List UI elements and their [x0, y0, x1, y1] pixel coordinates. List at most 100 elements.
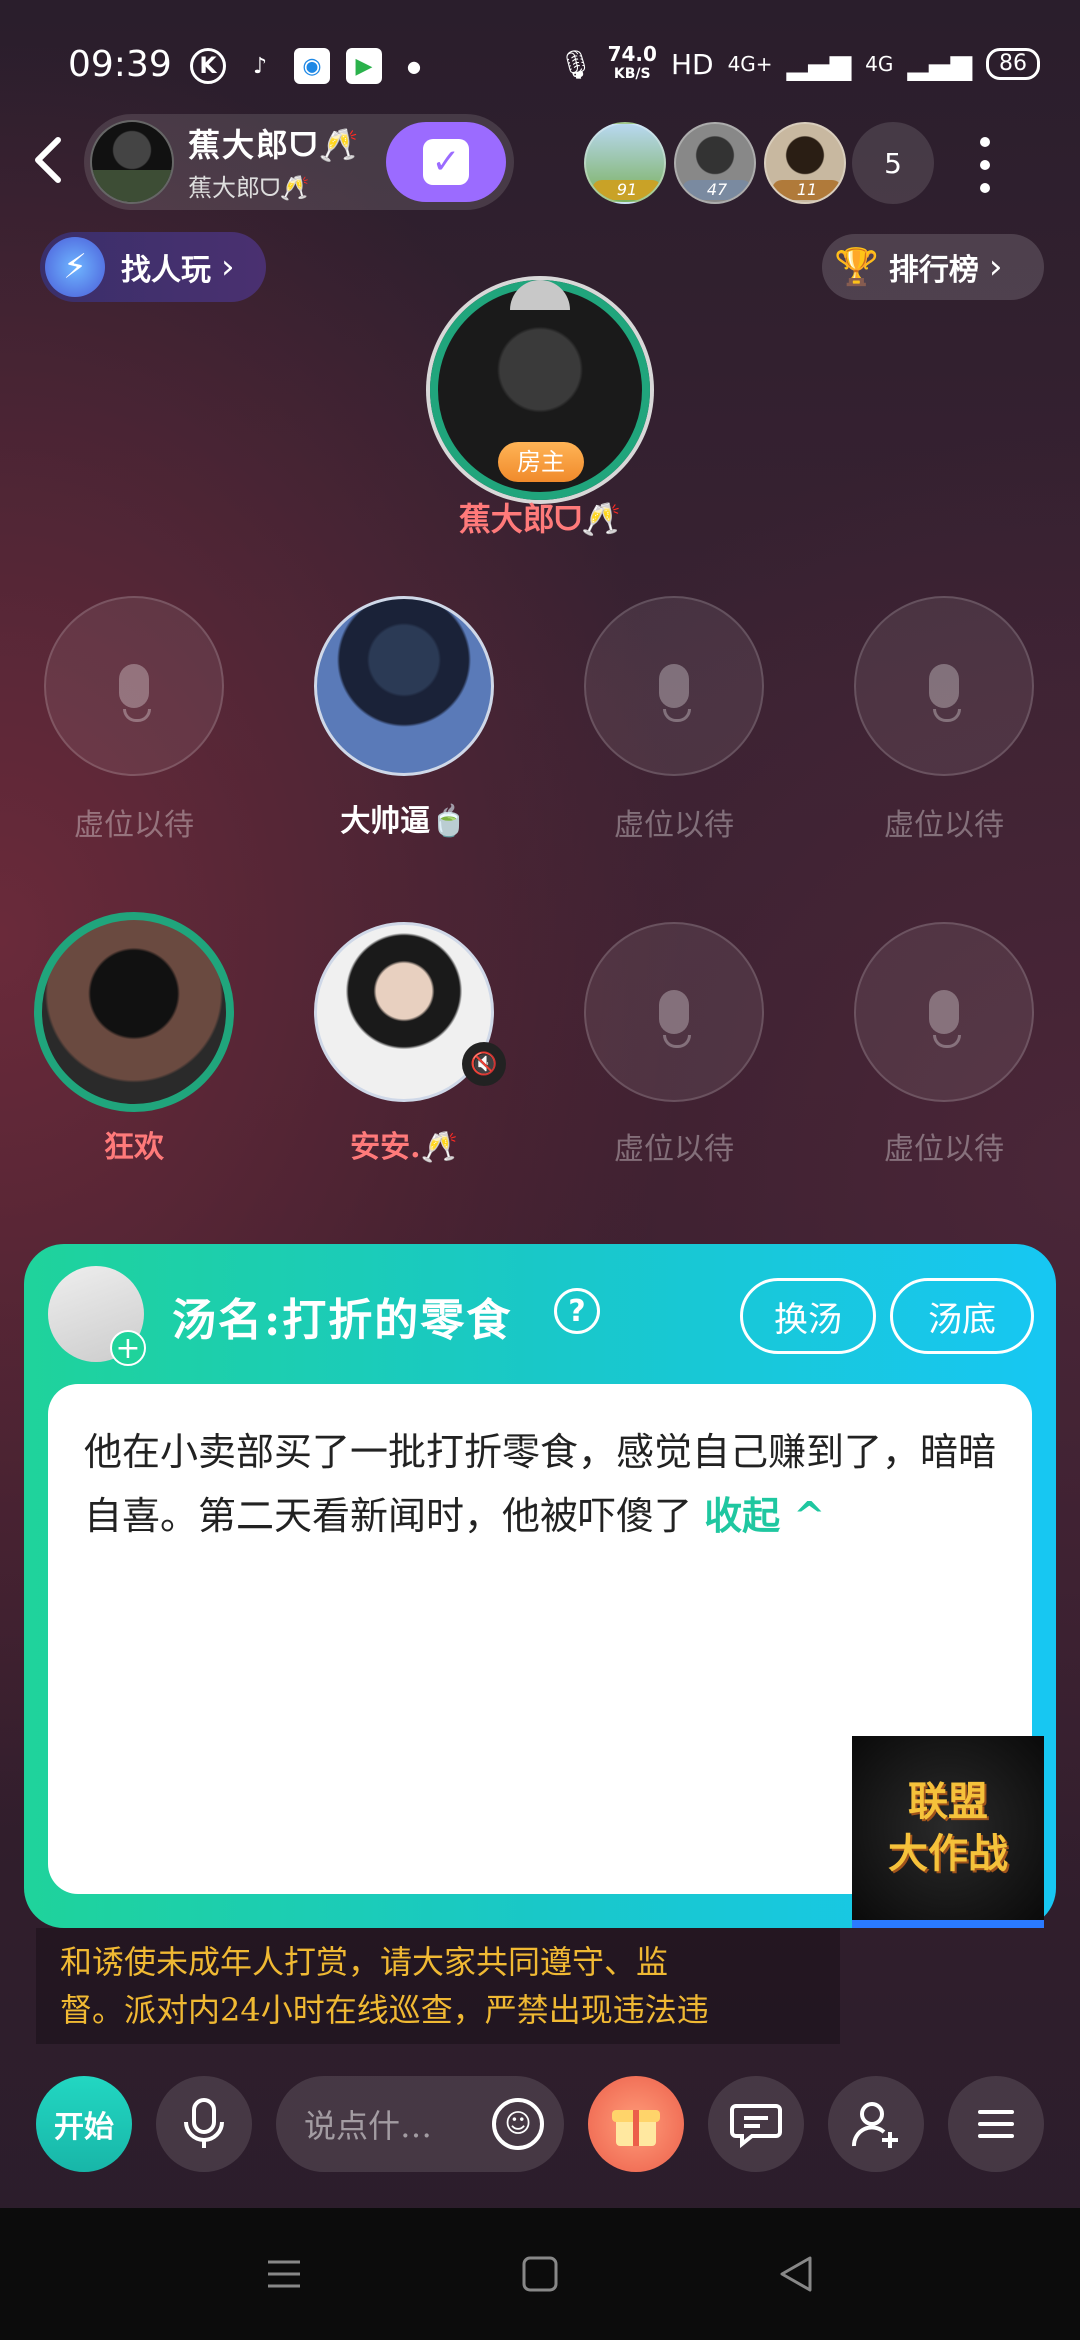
find-players-button[interactable]: ⚡ 找人玩 ›	[40, 232, 266, 302]
checkmark-icon: ✓	[423, 139, 469, 185]
seat-label: 虚位以待	[884, 808, 1004, 843]
plus-icon[interactable]: +	[110, 1330, 146, 1366]
signal-icon-1: ▂▄▆	[786, 47, 852, 81]
recent-apps-button[interactable]	[254, 2244, 314, 2304]
app-icon: ◉	[294, 48, 330, 84]
more-menu-button[interactable]	[970, 130, 1000, 200]
empty-seat-3[interactable]	[584, 596, 764, 776]
status-right: 🎙 74.0 KB/S HD 4G+ ▂▄▆ 4G ▂▄▆ 86	[558, 44, 1040, 84]
owner-avatar[interactable]	[90, 120, 174, 204]
mic-icon	[659, 664, 691, 722]
seat-label: 虚位以待	[614, 1132, 734, 1167]
chat-bubble-icon	[730, 2104, 782, 2149]
empty-seat-8[interactable]	[854, 922, 1034, 1102]
host-seat[interactable]: 房主	[430, 280, 650, 500]
empty-seat-1[interactable]	[44, 596, 224, 776]
signal-icon-2: ▂▄▆	[907, 47, 972, 81]
seat-label: 安安.🥂	[350, 1130, 458, 1165]
help-icon[interactable]: ?	[554, 1288, 600, 1334]
seat-avatar-kuanghuan[interactable]	[34, 912, 234, 1112]
audience-avatar-3[interactable]: 11	[764, 122, 846, 204]
checkin-button[interactable]: ✓	[386, 122, 506, 202]
triangle-back-icon	[780, 2256, 812, 2292]
battery-icon: 86	[986, 48, 1040, 80]
seat-label: 虚位以待	[884, 1132, 1004, 1167]
lightning-icon: ⚡	[45, 237, 105, 297]
mic-icon	[929, 990, 961, 1048]
ranking-button[interactable]: 🏆 排行榜 ›	[822, 234, 1044, 300]
soup-answer-button[interactable]: 汤底	[890, 1278, 1034, 1354]
audience-avatar-1[interactable]: 91	[584, 122, 666, 204]
soup-text: 他在小卖部买了一批打折零食，感觉自己赚到了，暗暗自喜。第二天看新闻时，他被吓傻了	[84, 1430, 997, 1538]
banner-line-1: 联盟	[908, 1779, 988, 1825]
notice-line-2: 督。派对内24小时在线巡查，严禁出现违法违	[60, 1991, 709, 2029]
more-dot-icon	[980, 136, 990, 147]
network-label-2: 4G	[865, 52, 894, 76]
seat-label: 虚位以待	[614, 808, 734, 843]
chevron-left-icon	[35, 137, 61, 183]
chevron-right-icon: ›	[988, 247, 1003, 287]
collapse-link[interactable]: 收起 ^	[704, 1493, 825, 1538]
mic-button[interactable]	[156, 2076, 252, 2172]
host-name: 蕉大郎ᗜ🥂	[458, 500, 622, 538]
chevron-right-icon: ›	[221, 247, 235, 287]
mic-status-icon: 🎙	[558, 47, 594, 81]
mic-muted-icon: 🔇	[462, 1042, 506, 1086]
kuaishou-icon: K	[190, 48, 226, 84]
find-players-label: 找人玩	[121, 253, 211, 288]
seat-label: 狂欢	[104, 1130, 164, 1165]
system-nav-bar	[0, 2208, 1080, 2340]
audience-level-badge: 47	[682, 180, 752, 200]
room-owner-pill[interactable]: 蕉大郎ᗜ🥂 蕉大郎ᗜ🥂 ✓	[84, 114, 514, 210]
gift-icon	[612, 2110, 660, 2146]
hamburger-icon	[978, 2110, 1014, 2138]
seat-avatar-dashuaibi[interactable]	[314, 596, 494, 776]
microphone-icon	[184, 2098, 224, 2148]
home-icon	[522, 2256, 558, 2292]
chat-input[interactable]: 说点什… ☺	[276, 2076, 564, 2172]
add-friend-button[interactable]	[828, 2076, 924, 2172]
status-bar: 09:39 K ♪ ◉ ▶ ● 🎙 74.0 KB/S HD 4G+ ▂▄▆ 4…	[0, 0, 1080, 130]
start-button[interactable]: 开始	[36, 2076, 132, 2172]
change-soup-button[interactable]: 换汤	[740, 1278, 876, 1354]
empty-seat-4[interactable]	[854, 596, 1034, 776]
seat-label: 大帅逼🍵	[340, 804, 468, 839]
system-back-button[interactable]	[766, 2244, 826, 2304]
menu-button[interactable]	[948, 2076, 1044, 2172]
owner-name: 蕉大郎ᗜ🥂	[188, 126, 361, 164]
trophy-icon: 🏆	[834, 247, 879, 288]
audience-count[interactable]: 5	[852, 122, 934, 204]
hd-label: HD	[670, 47, 714, 81]
empty-seat-7[interactable]	[584, 922, 764, 1102]
alliance-battle-banner[interactable]: 联盟 大作战	[852, 1736, 1044, 1928]
message-button[interactable]	[708, 2076, 804, 2172]
chat-placeholder: 说点什…	[304, 2107, 433, 2145]
tiktok-icon: ♪	[252, 53, 268, 79]
banner-line-2: 大作战	[888, 1831, 1008, 1877]
network-speed: 74.0 KB/S	[607, 42, 657, 82]
gift-button[interactable]	[588, 2076, 684, 2172]
owner-subtitle: 蕉大郎ᗜ🥂	[188, 174, 310, 202]
emoji-icon[interactable]: ☺	[492, 2098, 544, 2150]
audience-level-badge: 91	[592, 180, 662, 200]
network-label-1: 4G+	[727, 52, 773, 76]
ranking-label: 排行榜	[888, 253, 979, 288]
mic-icon	[659, 990, 691, 1048]
more-dot-icon	[980, 159, 990, 170]
clock: 09:39	[68, 44, 172, 85]
home-button[interactable]	[510, 2244, 570, 2304]
seat-label: 虚位以待	[74, 808, 194, 843]
dot-icon: ●	[407, 56, 421, 76]
audience-avatar-2[interactable]: 47	[674, 122, 756, 204]
soup-text-block: 他在小卖部买了一批打折零食，感觉自己赚到了，暗暗自喜。第二天看新闻时，他被吓傻了…	[84, 1420, 1014, 1548]
bottom-toolbar: 开始 说点什… ☺	[0, 2076, 1080, 2176]
mic-icon	[119, 664, 151, 722]
audience-level-badge: 11	[772, 180, 842, 200]
recents-icon	[268, 2260, 300, 2288]
add-user-icon	[851, 2102, 898, 2148]
host-tag: 房主	[498, 442, 584, 482]
more-dot-icon	[980, 183, 990, 194]
back-button[interactable]	[20, 130, 80, 190]
play-icon: ▶	[346, 48, 382, 84]
mic-icon	[929, 664, 961, 722]
